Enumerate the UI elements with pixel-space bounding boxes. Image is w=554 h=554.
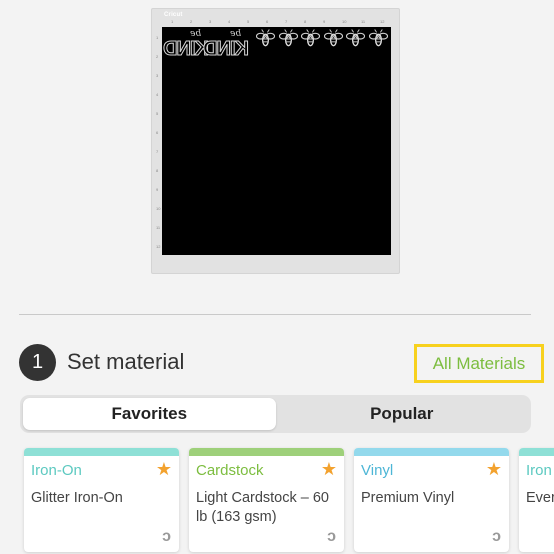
material-card-cardstock[interactable]: Cardstock ★ Light Cardstock – 60 lb (163…: [189, 448, 344, 552]
ruler-tick: 10: [156, 206, 161, 211]
card-color-bar: [24, 448, 179, 456]
card-material-name: Light Cardstock – 60 lb (163 gsm): [196, 490, 329, 525]
cricut-logo-icon: ↄ: [327, 528, 336, 545]
cutting-mat-preview[interactable]: Cricut 1 2 3 4 5 6 7 8 9 10 11 12 1 2 3 4 5 6 7 8 9 10 11 12 b…: [151, 8, 400, 274]
mat-ruler-top: 1 2 3 4 5 6 7 8 9 10 11 12: [163, 19, 391, 27]
cricut-logo-icon: ↄ: [492, 528, 501, 545]
ruler-tick: 12: [156, 244, 161, 249]
section-divider: [19, 314, 531, 315]
bee-icon: [301, 29, 320, 47]
ruler-tick: 6: [266, 19, 269, 24]
ruler-tick: 3: [209, 19, 212, 24]
tab-favorites[interactable]: Favorites: [23, 398, 276, 430]
card-category: Vinyl: [361, 462, 394, 479]
ruler-tick: 9: [323, 19, 326, 24]
mat-canvas: be KIND be KIND: [162, 27, 391, 255]
card-color-bar: [354, 448, 509, 456]
ruler-tick: 10: [342, 19, 347, 24]
card-color-bar: [189, 448, 344, 456]
ruler-tick: 4: [228, 19, 231, 24]
mat-ruler-left: 1 2 3 4 5 6 7 8 9 10 11 12: [154, 27, 162, 255]
ruler-tick: 9: [156, 187, 159, 192]
all-materials-button[interactable]: All Materials: [414, 344, 544, 383]
ruler-tick: 2: [156, 54, 159, 59]
ruler-tick: 12: [380, 19, 385, 24]
design-screen: Cricut 1 2 3 4 5 6 7 8 9 10 11 12 1 2 3 4 5 6 7 8 9 10 11 12 b…: [0, 0, 554, 554]
star-icon[interactable]: ★: [486, 459, 502, 480]
ruler-tick: 3: [156, 73, 159, 78]
bee-icon: [368, 29, 388, 47]
ruler-tick: 11: [156, 225, 161, 230]
ruler-tick: 8: [156, 168, 159, 173]
card-material-name: Premium Vinyl: [361, 490, 455, 506]
ruler-tick: 4: [156, 92, 159, 97]
material-card-vinyl[interactable]: Vinyl ★ Premium Vinyl ↄ: [354, 448, 509, 552]
material-card-iron-on[interactable]: Iron-On ★ Glitter Iron-On ↄ: [24, 448, 179, 552]
card-category: Iron-On: [31, 462, 82, 479]
design-text-1: KIND: [164, 38, 210, 61]
cricut-logo-icon: ↄ: [162, 528, 171, 545]
card-category: Cardstock: [196, 462, 264, 479]
ruler-tick: 1: [171, 19, 174, 24]
card-color-bar: [519, 448, 554, 456]
card-category: Iron: [526, 462, 552, 479]
material-tabs: Favorites Popular: [20, 395, 531, 433]
ruler-tick: 8: [304, 19, 307, 24]
step-number-badge: 1: [19, 344, 56, 381]
tab-popular[interactable]: Popular: [276, 398, 529, 430]
mat-brand: Cricut: [164, 12, 183, 18]
ruler-tick: 7: [285, 19, 288, 24]
star-icon[interactable]: ★: [156, 459, 172, 480]
card-material-name: Ever: [526, 490, 554, 506]
ruler-tick: 5: [156, 111, 159, 116]
ruler-tick: 2: [190, 19, 193, 24]
bee-icon: [323, 29, 343, 47]
star-icon[interactable]: ★: [321, 459, 337, 480]
design-text-2: KIND: [204, 38, 250, 61]
bee-icon: [278, 29, 298, 47]
bee-icon: [256, 29, 275, 47]
ruler-tick: 11: [361, 19, 366, 24]
material-card-partial[interactable]: Iron Ever: [519, 448, 554, 552]
ruler-tick: 7: [156, 149, 159, 154]
ruler-tick: 5: [247, 19, 250, 24]
step-title: Set material: [67, 349, 185, 374]
ruler-tick: 1: [156, 35, 159, 40]
bee-icon: [346, 29, 365, 47]
ruler-tick: 6: [156, 130, 159, 135]
card-material-name: Glitter Iron-On: [31, 490, 123, 506]
